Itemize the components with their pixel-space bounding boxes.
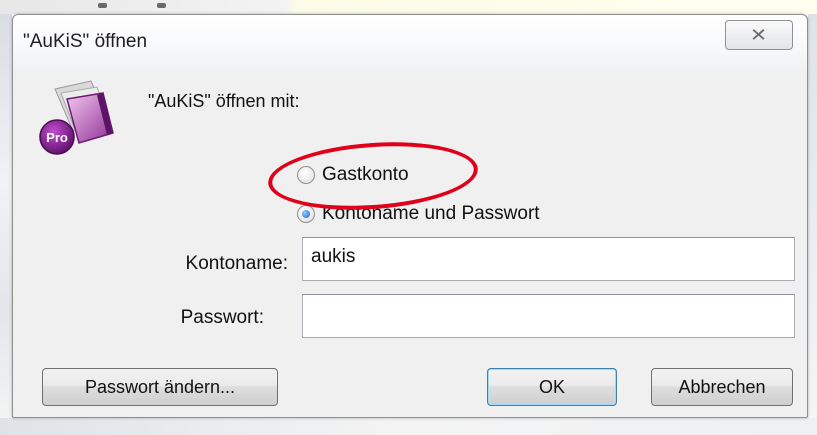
close-button[interactable]: ✕ [725, 20, 793, 50]
background-mark [98, 3, 107, 8]
account-name-input[interactable]: aukis [302, 237, 795, 281]
cancel-button[interactable]: Abbrechen [651, 368, 793, 406]
radio-button-checked[interactable] [297, 205, 315, 223]
open-database-dialog: "AuKiS" öffnen ✕ Pro "AuKiS" öffnen mit:… [12, 14, 808, 418]
close-icon: ✕ [750, 24, 768, 45]
account-name-label: Kontoname: [185, 253, 288, 274]
filemaker-pro-icon: Pro [39, 80, 114, 155]
password-input[interactable] [302, 294, 795, 338]
background-window-bottom [0, 418, 817, 435]
dialog-titlebar: "AuKiS" öffnen ✕ [13, 15, 807, 73]
dialog-title: "AuKiS" öffnen [23, 31, 148, 52]
background-window-left [0, 14, 12, 435]
change-password-button[interactable]: Passwort ändern... [42, 368, 278, 406]
ok-button[interactable]: OK [487, 368, 617, 406]
open-with-prompt: "AuKiS" öffnen mit: [148, 91, 300, 111]
background-window-right [808, 14, 817, 435]
password-label: Passwort: [180, 307, 264, 328]
background-window-top [0, 0, 817, 14]
logo-text: Pro [46, 130, 68, 145]
background-mark [157, 3, 166, 8]
